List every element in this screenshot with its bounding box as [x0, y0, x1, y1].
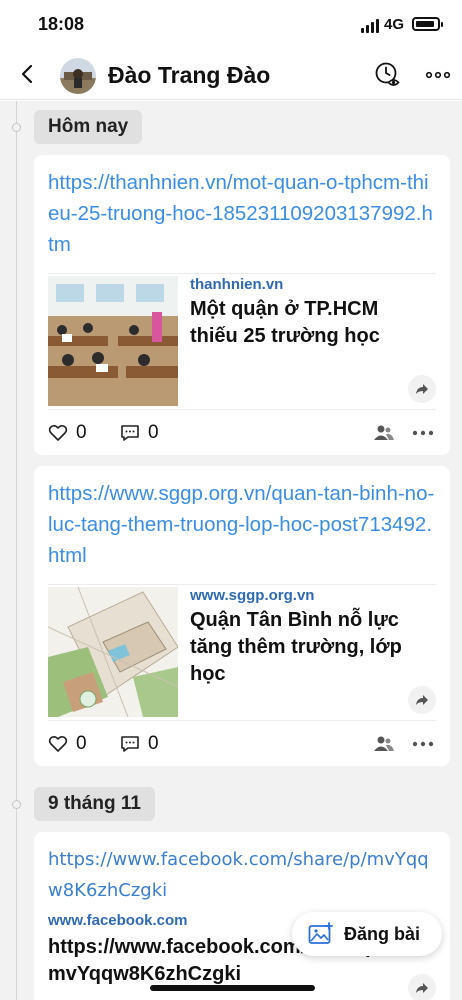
- message-feed[interactable]: Hôm nay https://thanhnien.vn/mot-quan-o-…: [0, 101, 462, 1000]
- group-icon[interactable]: [374, 735, 394, 753]
- preview-title: Một quận ở TP.HCM thiếu 25 trường học: [190, 298, 380, 347]
- link-post-card[interactable]: https://www.sggp.org.vn/quan-tan-binh-no…: [34, 466, 450, 766]
- more-options-icon[interactable]: [424, 61, 452, 89]
- timeline-dot: [12, 800, 21, 809]
- like-count: 0: [76, 733, 87, 754]
- preview-domain: www.facebook.com: [48, 912, 188, 929]
- share-arrow-icon: [416, 384, 428, 394]
- post-footer: 0 0: [48, 720, 436, 764]
- preview-thumbnail: [48, 587, 178, 717]
- like-count: 0: [76, 422, 87, 443]
- comment-icon: [121, 736, 139, 752]
- image-add-icon: [308, 922, 333, 944]
- comment-count: 0: [148, 733, 159, 754]
- share-arrow-icon: [416, 695, 428, 705]
- timeline-line: [16, 101, 17, 1000]
- link-post-card[interactable]: https://thanhnien.vn/mot-quan-o-tphcm-th…: [34, 155, 450, 455]
- date-label: Hôm nay: [34, 110, 143, 144]
- status-bar: 18:08 4G: [0, 0, 462, 50]
- conversation-title[interactable]: Đào Trang Đào: [108, 62, 270, 89]
- heart-icon: [48, 735, 68, 752]
- date-label: 9 tháng 11: [34, 787, 155, 821]
- avatar[interactable]: [60, 58, 96, 94]
- preview-domain: www.sggp.org.vn: [190, 587, 315, 604]
- share-arrow-icon: [416, 983, 428, 993]
- share-button[interactable]: [408, 375, 436, 403]
- comment-button[interactable]: 0: [120, 733, 159, 755]
- chat-header: Đào Trang Đào: [0, 50, 462, 100]
- like-button[interactable]: 0: [48, 733, 87, 755]
- post-link[interactable]: https://www.sggp.org.vn/quan-tan-binh-no…: [48, 478, 436, 571]
- home-indicator[interactable]: [150, 985, 315, 991]
- battery-icon: [412, 17, 443, 31]
- more-icon[interactable]: [412, 741, 434, 747]
- preview-domain: thanhnien.vn: [190, 276, 284, 293]
- heart-icon: [48, 424, 68, 441]
- create-post-button[interactable]: Đăng bài: [292, 912, 442, 956]
- post-link[interactable]: https://thanhnien.vn/mot-quan-o-tphcm-th…: [48, 167, 436, 260]
- signal-icon: [360, 19, 379, 33]
- share-button[interactable]: [408, 974, 436, 1000]
- create-post-label: Đăng bài: [344, 923, 421, 944]
- group-icon[interactable]: [374, 424, 394, 442]
- like-button[interactable]: 0: [48, 422, 87, 444]
- comment-count: 0: [148, 422, 159, 443]
- preview-title: Quận Tân Bình nỗ lực tăng thêm trường, l…: [190, 609, 402, 685]
- status-time: 18:08: [38, 14, 85, 34]
- post-link[interactable]: https://www.facebook.com/share/p/mvYqqw8…: [48, 844, 436, 906]
- post-footer: 0 0: [48, 409, 436, 453]
- comment-icon: [121, 425, 139, 441]
- link-preview[interactable]: www.sggp.org.vn Quận Tân Bình nỗ lực tăn…: [48, 584, 436, 717]
- network-type: 4G: [383, 16, 404, 33]
- more-icon[interactable]: [412, 430, 434, 436]
- share-button[interactable]: [408, 686, 436, 714]
- link-preview[interactable]: thanhnien.vn Một quận ở TP.HCM thiếu 25 …: [48, 273, 436, 406]
- clock-eye-icon[interactable]: [374, 61, 402, 89]
- preview-thumbnail: [48, 276, 178, 406]
- comment-button[interactable]: 0: [120, 422, 159, 444]
- network-indicator: 4G: [360, 16, 404, 33]
- timeline-dot: [12, 123, 21, 132]
- back-arrow-icon[interactable]: [16, 62, 40, 86]
